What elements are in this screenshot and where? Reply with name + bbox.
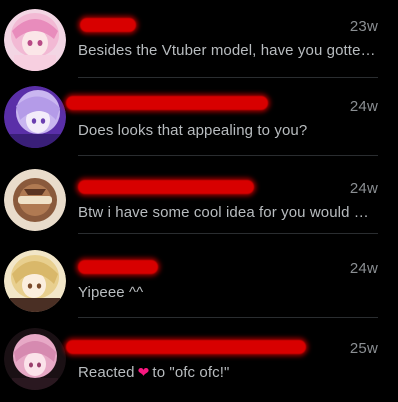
timestamp: 23w [349, 18, 378, 35]
redacted-username [78, 180, 254, 194]
redacted-username [78, 260, 158, 274]
message-preview: Besides the Vtuber model, have you gotte… [78, 42, 376, 59]
brown-logo-avatar[interactable] [4, 169, 66, 231]
timestamp: 24w [349, 98, 378, 115]
redacted-username [66, 340, 306, 354]
blonde-hair-girl-avatar[interactable] [4, 250, 66, 312]
message-preview: Yipeee ^^ [78, 284, 144, 301]
conversation-item[interactable]: 24w Does looks that appealing to you? [0, 78, 398, 156]
conversation-item[interactable]: 25w Reacted ❤ to "ofc ofc!" [0, 322, 398, 400]
divider [78, 317, 378, 318]
message-preview: Reacted ❤ to "ofc ofc!" [78, 364, 378, 381]
conversation-list: 23w Besides the Vtuber model, have you g… [0, 0, 398, 402]
pink-hair-girl-avatar[interactable] [4, 9, 66, 71]
conversation-item[interactable]: 24w Yipeee ^^ [0, 240, 398, 318]
pink-dark-girl-avatar[interactable] [4, 328, 66, 390]
redacted-username [66, 96, 268, 110]
timestamp: 25w [349, 340, 378, 357]
timestamp: 24w [349, 180, 378, 197]
purple-hair-girl-avatar[interactable] [4, 86, 66, 148]
conversation-item[interactable]: 23w Besides the Vtuber model, have you g… [0, 0, 398, 78]
reaction-label: Reacted [78, 364, 135, 381]
reaction-target: to "ofc ofc!" [152, 364, 230, 381]
conversation-item[interactable]: 24w Btw i have some cool idea for you wo… [0, 156, 398, 234]
divider [78, 233, 378, 234]
timestamp: 24w [349, 260, 378, 277]
message-preview: Does looks that appealing to you? [78, 122, 308, 139]
redacted-username [80, 18, 136, 32]
heart-icon: ❤ [137, 364, 150, 380]
message-preview: Btw i have some cool idea for you would … [78, 204, 369, 221]
